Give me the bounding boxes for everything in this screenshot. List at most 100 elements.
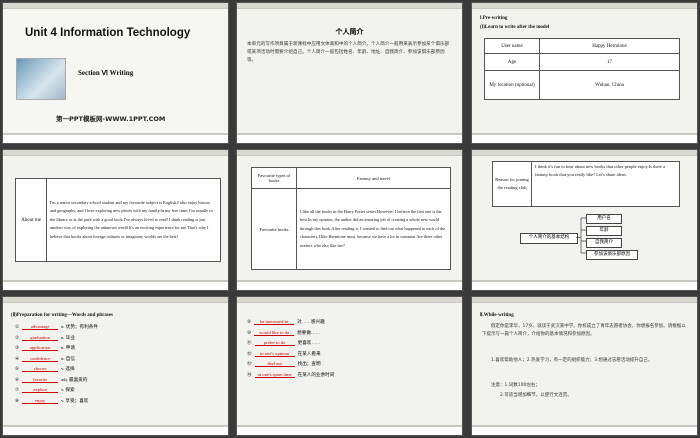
slide-top-bar (237, 3, 462, 9)
table-label: About me (15, 178, 47, 262)
footer-text: 第一PPT模板网-WWW.1PPT.COM (56, 115, 166, 123)
profile-table: User name Happy Hermione Age 17 My locatio… (484, 38, 680, 100)
answer-blank: find out (254, 361, 295, 367)
list-item: ⑥ favorite adj. 最喜爱的 (15, 377, 98, 388)
answer-blank: graduation (22, 335, 59, 341)
slide-bottom-bar (472, 280, 697, 290)
list-item: ⑬ find out 找出；查明 (247, 361, 334, 372)
slide-thumbnail-1[interactable]: Unit 4 Information Technology Section Ⅵ … (3, 3, 228, 143)
table-row: Favourite types of books Fantasy and trav… (251, 167, 451, 189)
table-row: About me I'm a senior secondary school s… (15, 178, 221, 262)
slide-top-bar (472, 297, 697, 303)
table-row: My location (optional) Wuhan, China (484, 70, 680, 100)
slide-thumbnail-3[interactable]: Ⅰ.Pre-writing (Ⅰ)Learn to write after th… (472, 3, 697, 143)
slide-heading: 个人简介 (335, 28, 364, 36)
item-meaning: v. 享受；喜欢 (61, 397, 89, 403)
table-row: Reason for joining the reading club I th… (492, 161, 680, 207)
list-item: ④ confidence n. 自信 (15, 356, 98, 367)
books-table: Favourite types of books Fantasy and trav… (251, 167, 451, 270)
slide-bottom-bar (237, 280, 462, 290)
phrase-list: ⑨ be interested in 对……感兴趣 ⑩ would like to do… (247, 319, 334, 382)
item-number: ⑤ (15, 366, 20, 371)
slide-bottom-bar (237, 133, 462, 143)
task-paragraph: 1.喜欢帮助他人；2.热爱学习，有一定的组织能力；3.想通过志愿活动提升自己。 (491, 358, 653, 363)
answer-blank: in one's spare time (254, 372, 295, 378)
answer-blank: application (22, 345, 59, 351)
table-cell: Wuhan, China (539, 70, 680, 100)
slide-thumbnail-5[interactable]: Favourite types of books Fantasy and trav… (237, 150, 462, 290)
item-meaning: 在某人的业余时间 (297, 371, 335, 377)
slide-thumbnail-2[interactable]: 个人简介 本单元的写作项目属于新课标中应用文体裁和中的个人简介。个人简介一般用来… (237, 3, 462, 143)
slide-top-bar (472, 150, 697, 156)
slide-thumbnail-9[interactable]: Ⅱ.While-writing 假定你是李华，17岁，就读于武汉某中学。你校成立… (472, 297, 697, 435)
answer-blank: choose (22, 366, 59, 372)
slide-heading: Ⅱ.While-writing (480, 313, 514, 318)
item-meaning: n. 自信 (61, 355, 75, 361)
slide-top-bar (237, 297, 462, 303)
table-text: I'm a senior secondary school student an… (46, 178, 221, 262)
slide-top-bar (237, 150, 462, 156)
list-item: ⑤ choose v. 选择 (15, 366, 98, 377)
list-item: ② graduation n. 毕业 (15, 335, 98, 346)
slide-top-bar (3, 3, 228, 9)
slide-image (16, 58, 66, 100)
slide-top-bar (3, 297, 228, 303)
table-cell: User name (484, 38, 540, 54)
table-cell: Happy Hermione (539, 38, 680, 54)
item-number: ④ (15, 355, 20, 361)
structure-item: 年龄 (586, 226, 622, 236)
structure-connector (576, 217, 586, 254)
task-paragraph: 假定你是李华，17岁，就读于武汉某中学。你校成立了青年志愿者协会，你想报名参加。… (482, 324, 686, 338)
table-text: I think it's fun to hear about new books… (531, 161, 680, 207)
item-meaning: 找出；查明 (297, 361, 321, 366)
sub-heading: (Ⅰ)Learn to write after the model (480, 25, 550, 30)
table-label: Favourite types of books (251, 167, 297, 189)
list-item: ③ application n. 申请 (15, 345, 98, 356)
slide-heading: (Ⅱ)Preparation for writing—Words and phr… (11, 313, 113, 318)
slide-thumbnail-8[interactable]: ⑨ be interested in 对……感兴趣 ⑩ would like to do… (237, 297, 462, 435)
answer-blank: enjoy (22, 398, 59, 404)
list-item: ⑫ in one's opinion 在某人看来 (247, 351, 334, 362)
note-line: 注意：1.词数100左右； (491, 383, 540, 388)
answer-blank: confidence (22, 356, 59, 362)
slide-thumbnail-7[interactable]: (Ⅱ)Preparation for writing—Words and phr… (3, 297, 228, 435)
slide-body-text: 本单元的写作项目属于新课标中应用文体裁和中的个人简介。个人简介一般用来表示参加某… (247, 42, 450, 63)
word-list: ① advantage n. 优势；有利条件 ② graduation n. 毕业 ③ app… (15, 324, 98, 408)
slide-top-bar (3, 150, 228, 156)
answer-blank: in one's opinion (254, 351, 295, 357)
item-meaning: v. 探索 (61, 387, 75, 392)
answer-blank: prefer to do (254, 340, 295, 346)
item-number: ③ (15, 345, 20, 350)
list-item: ⑩ would like to do 想要做…… (247, 330, 334, 341)
table-cell: 17 (539, 53, 680, 71)
item-meaning: 在某人看来 (297, 350, 321, 356)
item-number: ⑦ (15, 387, 20, 392)
item-meaning: adj. 最喜爱的 (61, 376, 88, 382)
item-number: ⑥ (15, 376, 20, 382)
item-meaning: n. 申请 (61, 345, 75, 350)
reason-table: Reason for joining the reading club I th… (492, 161, 680, 207)
item-number: ① (15, 324, 20, 329)
item-meaning: 想要做…… (297, 329, 321, 335)
note-line: 2.可适当增加细节，以使行文连贯。 (500, 393, 572, 398)
slide-title: Unit 4 Information Technology (25, 27, 191, 39)
section-heading: Ⅰ.Pre-writing (480, 16, 508, 21)
structure-root-box: 个人简介的基本结构 (520, 233, 578, 244)
table-label: Favourite books (251, 188, 297, 270)
slide-thumbnail-4[interactable]: About me I'm a senior secondary school s… (3, 150, 228, 290)
slide-bottom-bar (472, 133, 697, 143)
answer-blank: be interested in (254, 319, 295, 325)
slide-top-bar (472, 3, 697, 9)
item-number: ② (15, 334, 20, 340)
item-number: ⑫ (247, 350, 252, 356)
item-meaning: n. 毕业 (61, 334, 75, 340)
table-cell: Fantasy and travel (296, 167, 451, 189)
item-number: ⑬ (247, 361, 252, 366)
list-item: ⑦ explore v. 探索 (15, 387, 98, 398)
table-row: Favourite books I like all the books in t… (251, 188, 451, 270)
about-me-table: About me I'm a senior secondary school s… (15, 178, 221, 262)
table-text: I like all the books in the Harry Potter… (296, 188, 451, 270)
slide-thumbnail-6[interactable]: Reason for joining the reading club I th… (472, 150, 697, 290)
item-number: ⑩ (247, 329, 252, 335)
item-meaning: 更喜欢…… (297, 340, 321, 345)
